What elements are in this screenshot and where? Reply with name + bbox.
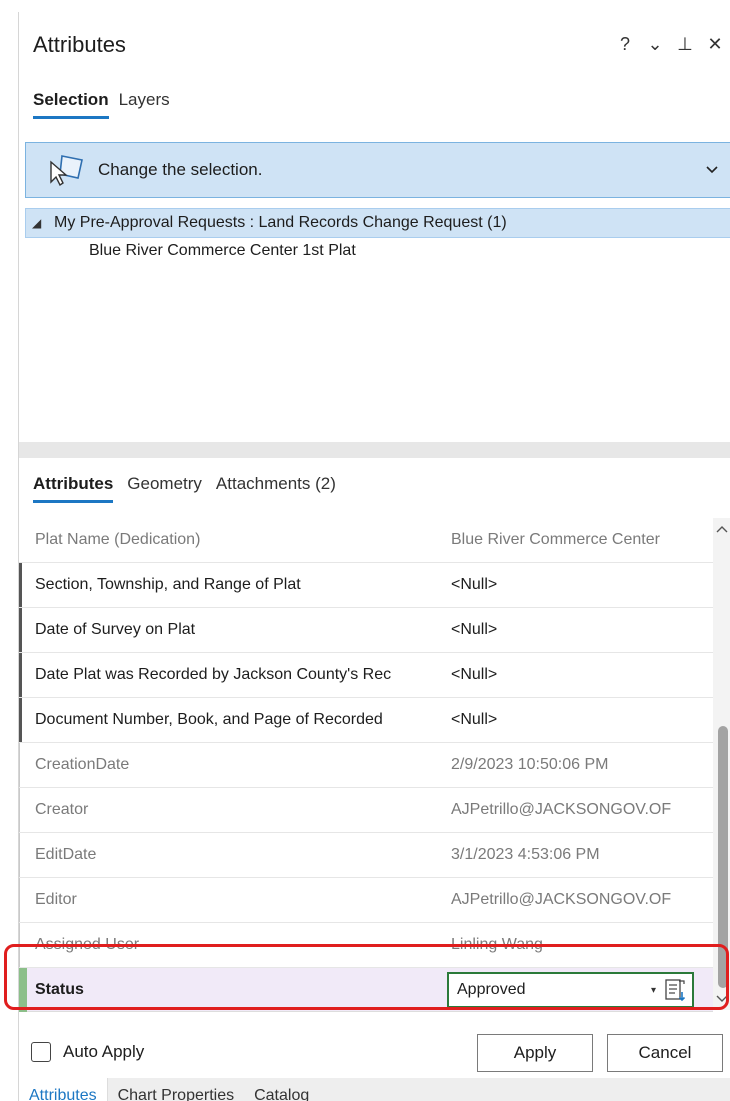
status-select-value: Approved [457,981,526,998]
table-row[interactable]: Section, Township, and Range of Plat <Nu… [19,563,713,608]
tab-geometry[interactable]: Geometry [127,474,202,503]
dock-tab-catalog[interactable]: Catalog [244,1078,319,1101]
attribute-tabs: Attributes Geometry Attachments (2) [33,474,336,503]
row-edit-indicator [19,968,27,1012]
scroll-down-icon[interactable] [716,992,728,1006]
table-row[interactable]: Date of Survey on Plat <Null> [19,608,713,653]
field-name: CreationDate [35,756,130,773]
apply-button[interactable]: Apply [477,1034,593,1072]
tab-selection[interactable]: Selection [33,90,109,119]
field-name: Plat Name (Dedication) [35,531,201,548]
table-row[interactable]: Plat Name (Dedication) Blue River Commer… [19,518,713,563]
pane-title: Attributes [33,32,126,57]
selection-tool-icon [48,152,88,188]
pane-header: Attributes ? ⌄ ⊥ ✕ [33,32,723,64]
field-value: 3/1/2023 4:53:06 PM [451,846,600,863]
selection-dropdown[interactable]: Change the selection. [25,142,730,198]
field-name: Section, Township, and Range of Plat [35,576,301,593]
grid-scrollbar[interactable] [713,518,730,1010]
selection-tree: ◢ My Pre-Approval Requests : Land Record… [25,208,730,264]
field-name: Status [35,980,84,998]
attributes-pane: Attributes ? ⌄ ⊥ ✕ Selection Layers Chan… [18,12,730,1101]
dock-tabs: Attributes Chart Properties Catalog [19,1078,730,1101]
field-value[interactable]: Blue River Commerce Center [431,531,689,549]
pin-icon[interactable]: ⊥ [677,34,693,55]
table-row[interactable]: Creator AJPetrillo@JACKSONGOV.OF [19,788,713,833]
chevron-down-icon [706,161,718,179]
collapse-triangle-icon[interactable]: ◢ [32,216,54,230]
field-value: AJPetrillo@JACKSONGOV.OF [451,801,672,818]
table-row[interactable]: Date Plat was Recorded by Jackson County… [19,653,713,698]
status-select[interactable]: Approved ▾ [447,972,694,1008]
field-value[interactable]: <Null> [431,576,689,594]
help-icon[interactable]: ? [617,34,633,55]
top-tabs: Selection Layers [33,90,170,119]
field-value[interactable]: <Null> [431,666,689,684]
table-row[interactable]: CreationDate 2/9/2023 10:50:06 PM [19,743,713,788]
pane-splitter[interactable] [19,442,730,458]
close-icon[interactable]: ✕ [707,34,723,55]
field-name: Editor [35,891,77,908]
tree-node-feature[interactable]: Blue River Commerce Center 1st Plat [25,238,730,264]
field-calculator-icon[interactable] [664,978,686,1002]
tree-node-feature-label: Blue River Commerce Center 1st Plat [89,242,356,259]
field-name: Creator [35,801,89,818]
tab-attachments[interactable]: Attachments (2) [216,474,336,503]
field-value: Linling Wang [451,936,543,953]
edit-actions-bar: Auto Apply Apply Cancel [19,1032,730,1074]
status-row[interactable]: Status Approved ▾ [19,968,713,1012]
field-name: Date of Survey on Plat [35,621,196,638]
tree-node-layer[interactable]: ◢ My Pre-Approval Requests : Land Record… [25,208,730,238]
field-name: Document Number, Book, and Page of Recor… [35,711,383,728]
field-value[interactable]: <Null> [431,621,689,639]
attribute-grid: Plat Name (Dedication) Blue River Commer… [19,518,713,968]
selection-dropdown-label: Change the selection. [98,160,263,179]
options-chevron-icon[interactable]: ⌄ [647,34,663,55]
field-value: 2/9/2023 10:50:06 PM [451,756,609,773]
field-name: EditDate [35,846,97,863]
table-row[interactable]: Document Number, Book, and Page of Recor… [19,698,713,743]
tree-node-layer-label: My Pre-Approval Requests : Land Records … [54,214,507,231]
auto-apply-checkbox[interactable] [31,1042,51,1062]
scrollbar-thumb[interactable] [718,726,728,988]
cancel-button[interactable]: Cancel [607,1034,723,1072]
table-row[interactable]: EditDate 3/1/2023 4:53:06 PM [19,833,713,878]
pane-actions: ? ⌄ ⊥ ✕ [617,34,723,55]
field-value: AJPetrillo@JACKSONGOV.OF [451,891,672,908]
tab-layers[interactable]: Layers [119,90,170,119]
auto-apply-label: Auto Apply [63,1042,145,1061]
dock-tab-chart-properties[interactable]: Chart Properties [108,1078,245,1101]
dropdown-caret-icon[interactable]: ▾ [651,985,656,996]
tab-attributes[interactable]: Attributes [33,474,114,503]
field-value[interactable]: <Null> [431,711,689,729]
field-name: Date Plat was Recorded by Jackson County… [35,666,392,683]
table-row[interactable]: Assigned User Linling Wang [19,923,713,968]
scroll-up-icon[interactable] [716,522,728,536]
table-row[interactable]: Editor AJPetrillo@JACKSONGOV.OF [19,878,713,923]
dock-tab-attributes[interactable]: Attributes [19,1078,108,1101]
field-name: Assigned User [35,936,140,953]
